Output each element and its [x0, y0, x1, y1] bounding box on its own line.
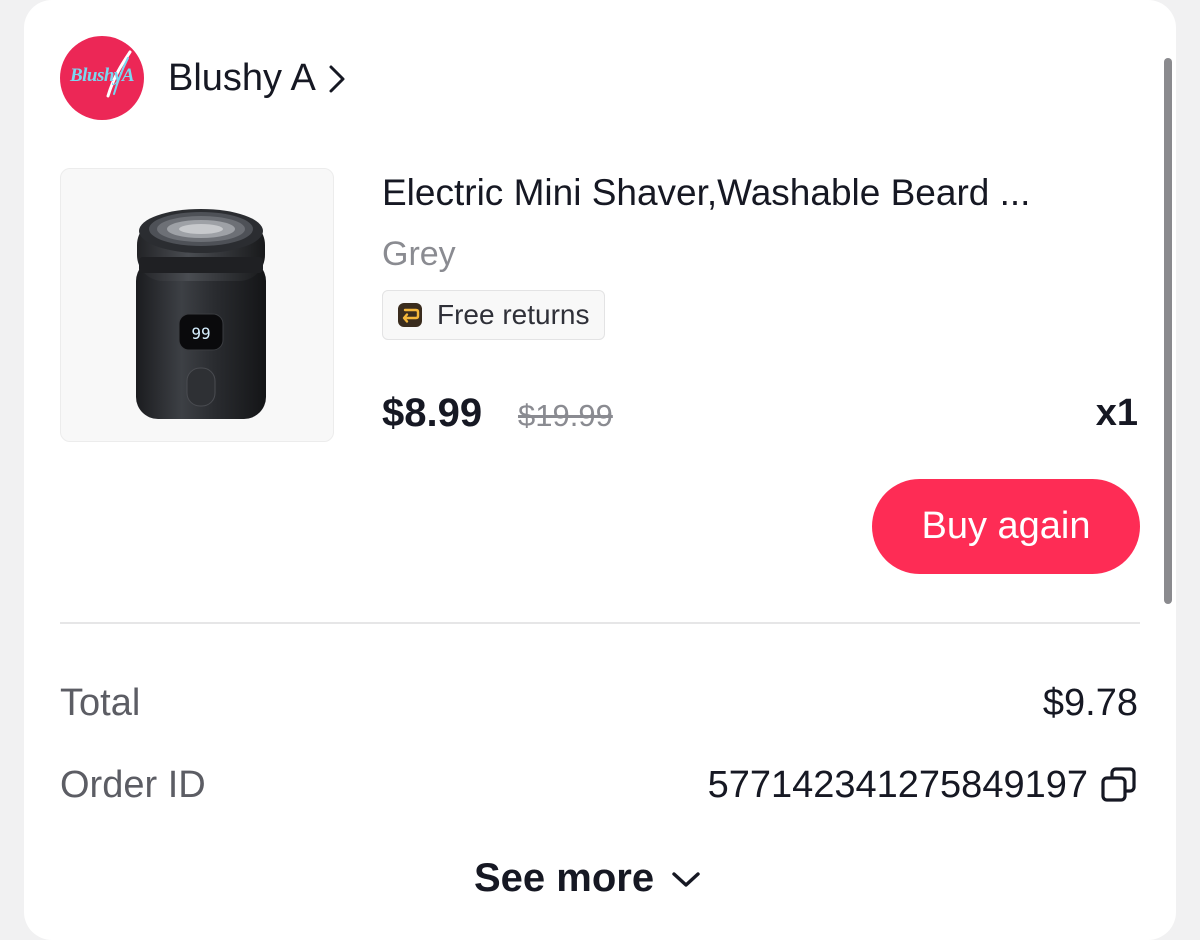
- return-arrow-icon: [398, 303, 422, 327]
- chevron-right-icon[interactable]: [328, 64, 346, 94]
- total-value: $9.78: [1043, 679, 1138, 727]
- order-id-row: 577142341275849197: [708, 761, 1138, 809]
- current-price: $8.99: [382, 391, 483, 435]
- product-image[interactable]: 99: [60, 168, 334, 442]
- order-id-label: Order ID: [60, 764, 206, 806]
- store-logo-text: BlushyA: [69, 65, 135, 86]
- copy-icon[interactable]: [1100, 766, 1138, 804]
- total-label: Total: [60, 682, 141, 724]
- scrollbar[interactable]: [1164, 58, 1172, 604]
- total-amount: $9.78: [1042, 682, 1138, 724]
- product-title[interactable]: Electric Mini Shaver,Washable Beard ...: [382, 168, 1142, 218]
- buy-again-button[interactable]: Buy again: [872, 479, 1140, 574]
- shaver-display-reading: 99: [191, 324, 210, 343]
- store-logo[interactable]: BlushyA: [60, 36, 144, 120]
- free-returns-badge: Free returns: [382, 290, 605, 340]
- free-returns-label: Free returns: [437, 299, 590, 330]
- store-name[interactable]: Blushy A: [168, 57, 316, 100]
- chevron-down-icon: [672, 872, 700, 887]
- product-variant: Grey: [382, 235, 456, 273]
- electric-shaver-image: 99: [136, 209, 266, 419]
- see-more-button[interactable]: See more: [474, 852, 702, 904]
- store-header[interactable]: BlushyA Blushy A: [60, 36, 346, 120]
- divider: [60, 622, 1140, 624]
- order-id-value: 577142341275849197: [707, 764, 1088, 806]
- original-price: $19.99: [518, 398, 613, 433]
- see-more-label: See more: [474, 855, 655, 900]
- quantity: x1: [1095, 392, 1138, 434]
